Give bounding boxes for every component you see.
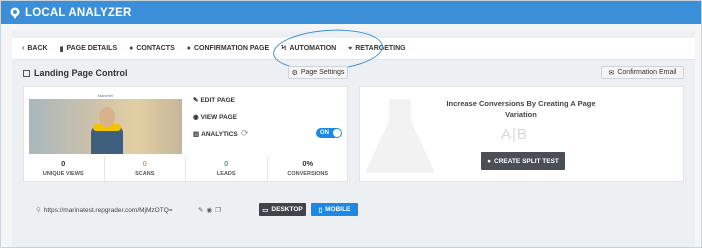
edit-page-label: EDIT PAGE — [200, 96, 236, 104]
analytics-link[interactable]: ▥ ANALYTICS — [193, 130, 238, 139]
stat-scans: 0 SCANS — [105, 156, 186, 181]
section-title-text: Landing Page Control — [34, 68, 128, 78]
create-split-test-label: CREATE SPLIT TEST — [494, 157, 559, 165]
stat-conversions: 0% CONVERSIONS — [268, 156, 349, 181]
analytics-toggle[interactable]: ON — [316, 128, 342, 138]
mobile-icon: ▯ — [318, 206, 323, 214]
top-bar: LOCAL ANALYZER — [1, 1, 701, 24]
desktop-label: DESKTOP — [271, 206, 303, 213]
user-icon: ● — [487, 157, 492, 165]
nav-back[interactable]: ‹ BACK — [22, 45, 48, 52]
stats-row: 0 UNIQUE VIEWS 0 SCANS 0 LEADS 0% CONVER… — [23, 156, 348, 181]
stat-label: UNIQUE VIEWS — [42, 171, 84, 177]
page-url: ⚲ https://marinatest.repgrader.com/MjMzO… — [36, 206, 173, 215]
edit-url-icon[interactable]: ✎ — [198, 206, 203, 214]
mobile-label: MOBILE — [325, 206, 351, 213]
nav-label: PAGE DETAILS — [66, 45, 118, 52]
stat-value: 0% — [302, 159, 314, 168]
page-url-text[interactable]: https://marinatest.repgrader.com/MjMzOTQ… — [44, 207, 173, 214]
chevron-left-icon: ‹ — [22, 45, 25, 52]
preview-face — [99, 107, 115, 127]
toggle-label: ON — [320, 130, 329, 136]
page-icon — [23, 69, 30, 77]
stat-unique-views: 0 UNIQUE VIEWS — [23, 156, 105, 181]
stat-leads: 0 LEADS — [186, 156, 268, 181]
stat-value: 0 — [224, 159, 229, 168]
section-title: Landing Page Control — [23, 68, 128, 78]
preview-header: Marketer — [29, 92, 182, 99]
chart-icon: ▮ — [59, 45, 64, 53]
page-settings-button[interactable]: ⚙ Page Settings — [288, 66, 348, 79]
edit-icon: ✎ — [193, 97, 199, 104]
analytics-label: ANALYTICS — [201, 130, 238, 138]
nav-label: CONFIRMATION PAGE — [193, 45, 270, 52]
app-frame: LOCAL ANALYZER ‹ BACK ▮ PAGE DETAILS ● C… — [0, 0, 702, 248]
envelope-icon: ✉ — [608, 69, 615, 77]
confirmation-email-label: Confirmation Email — [617, 69, 677, 76]
stat-value: 0 — [142, 159, 147, 168]
url-tools: ✎ ◉ ❐ — [198, 206, 221, 214]
refresh-icon[interactable]: ⟳ — [241, 128, 249, 139]
edit-page-link[interactable]: ✎ EDIT PAGE — [193, 96, 236, 105]
stat-value: 0 — [61, 159, 66, 168]
toggle-knob — [333, 129, 341, 137]
desktop-view-button[interactable]: ▭ DESKTOP — [259, 203, 306, 216]
stat-label: CONVERSIONS — [287, 171, 329, 177]
eye-icon: ◉ — [193, 114, 199, 121]
circle-icon: ● — [186, 45, 191, 52]
copy-icon[interactable]: ❐ — [215, 206, 221, 214]
landing-page-preview[interactable]: Marketer — [29, 92, 182, 154]
ab-watermark: A|B — [501, 126, 528, 143]
nav-contacts[interactable]: ● CONTACTS — [129, 45, 175, 52]
preview-url-icon[interactable]: ◉ — [206, 206, 212, 214]
nav-page-details[interactable]: ▮ PAGE DETAILS — [60, 45, 118, 53]
link-icon: ⚲ — [36, 207, 41, 214]
split-test-headline: Increase Conversions By Creating A Page … — [446, 99, 596, 119]
bar-chart-icon: ▥ — [193, 131, 200, 138]
user-icon: ● — [129, 45, 134, 52]
view-page-label: VIEW PAGE — [200, 113, 238, 121]
confirmation-email-button[interactable]: ✉ Confirmation Email — [601, 66, 684, 79]
stat-label: LEADS — [216, 171, 236, 177]
create-split-test-button[interactable]: ● CREATE SPLIT TEST — [481, 152, 565, 170]
preview-header-text: Marketer — [97, 93, 114, 98]
gear-icon: ⚙ — [291, 69, 298, 77]
view-page-link[interactable]: ◉ VIEW PAGE — [193, 113, 238, 122]
nav-label: CONTACTS — [136, 45, 175, 52]
nav-label: BACK — [27, 45, 48, 52]
stat-label: SCANS — [135, 171, 155, 177]
page-settings-label: Page Settings — [300, 69, 345, 76]
nav-confirmation-page[interactable]: ● CONFIRMATION PAGE — [187, 45, 269, 52]
monitor-icon: ▭ — [262, 206, 269, 214]
mobile-view-button[interactable]: ▯ MOBILE — [311, 203, 358, 216]
app-title: LOCAL ANALYZER — [25, 6, 132, 19]
location-pin-icon — [10, 7, 20, 19]
